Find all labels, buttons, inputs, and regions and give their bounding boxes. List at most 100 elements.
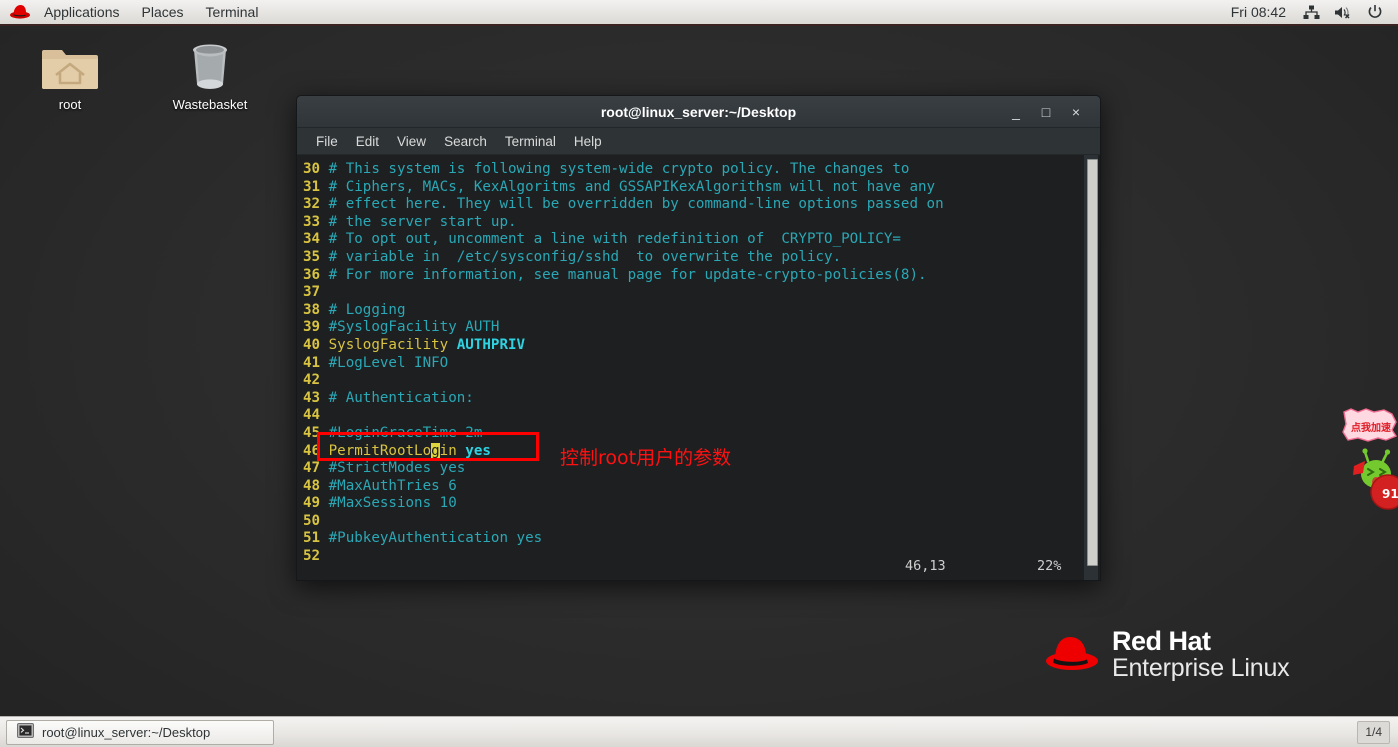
panel-menu-applications-label: Applications	[44, 4, 120, 20]
code-token: AUTHPRIV	[456, 336, 526, 353]
desktop-icon-wastebasket[interactable]: Wastebasket	[162, 36, 258, 112]
code-token: SyslogFacility	[328, 336, 457, 353]
editor-line: 40 SyslogFacility AUTHPRIV	[303, 337, 1076, 355]
line-number: 50	[303, 512, 329, 529]
editor-line: 39 #SyslogFacility AUTH	[303, 319, 1076, 337]
code-token: # the server start up.	[328, 213, 517, 230]
line-number: 40	[303, 336, 329, 353]
line-number: 44	[303, 407, 329, 424]
text-cursor: g	[431, 442, 440, 459]
panel-menu-applications[interactable]: Applications	[33, 0, 131, 24]
line-number: 46	[303, 442, 329, 459]
terminal-body[interactable]: 30 # This system is following system-wid…	[297, 155, 1100, 580]
editor-line: 34 # To opt out, uncomment a line with r…	[303, 231, 1076, 249]
terminal-menu-bar: File Edit View Search Terminal Help	[297, 128, 1100, 155]
rhel-brand-line1: Red Hat	[1112, 626, 1211, 656]
line-number: 35	[303, 248, 329, 265]
cursor-position: 46,13	[905, 558, 946, 574]
line-number: 47	[303, 460, 329, 477]
rhel-wordmark: Red Hat Enterprise Linux	[1112, 626, 1290, 682]
line-number: 49	[303, 495, 329, 512]
line-number: 34	[303, 231, 329, 248]
code-token: #MaxSessions 10	[328, 495, 457, 512]
code-token: in	[439, 442, 466, 459]
editor-line: 44	[303, 407, 1076, 425]
code-token: #MaxAuthTries 6	[328, 477, 457, 494]
minimize-button[interactable]: _	[1008, 105, 1024, 119]
taskbar-window-button[interactable]: root@linux_server:~/Desktop	[6, 719, 274, 745]
rhel-brand-line2: Enterprise Linux	[1112, 653, 1290, 682]
code-token: # For more information, see manual page …	[328, 266, 927, 283]
panel-menu-terminal[interactable]: Terminal	[195, 0, 270, 24]
code-token: # effect here. They will be overridden b…	[328, 196, 944, 213]
top-panel: Applications Places Terminal Fri 08:42	[0, 0, 1398, 26]
editor-line: 38 # Logging	[303, 302, 1076, 320]
line-number: 51	[303, 530, 329, 547]
taskbar: root@linux_server:~/Desktop 1/4	[0, 716, 1398, 747]
editor-line: 31 # Ciphers, MACs, KexAlgoritms and GSS…	[303, 179, 1076, 197]
line-number: 36	[303, 266, 329, 283]
terminal-icon	[17, 723, 34, 741]
editor-content[interactable]: 30 # This system is following system-wid…	[303, 161, 1076, 566]
terminal-scrollbar[interactable]	[1084, 155, 1098, 580]
close-button[interactable]: ×	[1068, 105, 1084, 119]
editor-line: 33 # the server start up.	[303, 214, 1076, 232]
line-number: 32	[303, 196, 329, 213]
terminal-title-bar[interactable]: root@linux_server:~/Desktop _ □ ×	[297, 96, 1100, 128]
line-number: 38	[303, 301, 329, 318]
code-token: #SyslogFacility AUTH	[328, 319, 500, 336]
menu-file[interactable]: File	[307, 132, 347, 151]
code-token: # This system is following system-wide c…	[328, 161, 910, 177]
desktop[interactable]: Applications Places Terminal Fri 08:42 r…	[0, 0, 1398, 747]
wastebasket-icon	[162, 36, 258, 92]
taskbar-window-label: root@linux_server:~/Desktop	[42, 724, 211, 740]
code-token: #PubkeyAuthentication yes	[328, 530, 543, 547]
floating-ad-widget[interactable]: 点我加速 91	[1342, 408, 1398, 516]
ad-bubble-text: 点我加速	[1351, 423, 1391, 434]
code-token: # Logging	[328, 301, 406, 318]
menu-view[interactable]: View	[388, 132, 435, 151]
panel-status-area: Fri 08:42	[1221, 4, 1398, 20]
menu-terminal[interactable]: Terminal	[496, 132, 565, 151]
workspace-label: 1/4	[1365, 725, 1382, 739]
editor-line: 43 # Authentication:	[303, 390, 1076, 408]
line-number: 48	[303, 477, 329, 494]
code-token: PermitRootLo	[328, 442, 432, 459]
editor-line: 48 #MaxAuthTries 6	[303, 478, 1076, 496]
desktop-icon-root[interactable]: root	[22, 36, 118, 112]
panel-menu-places[interactable]: Places	[131, 0, 195, 24]
code-token: #LogLevel INFO	[328, 354, 449, 371]
line-number: 45	[303, 424, 329, 441]
menu-edit[interactable]: Edit	[347, 132, 388, 151]
line-number: 30	[303, 161, 329, 177]
editor-line: 42	[303, 372, 1076, 390]
network-icon[interactable]	[1296, 5, 1327, 20]
line-number: 39	[303, 319, 329, 336]
line-number: 41	[303, 354, 329, 371]
line-number: 43	[303, 389, 329, 406]
redhat-fedora-icon	[1044, 631, 1100, 678]
desktop-icon-wastebasket-label: Wastebasket	[172, 97, 248, 112]
terminal-window[interactable]: root@linux_server:~/Desktop _ □ × File E…	[296, 95, 1101, 581]
editor-line: 35 # variable in /etc/sysconfig/sshd to …	[303, 249, 1076, 267]
terminal-window-title: root@linux_server:~/Desktop	[600, 103, 797, 120]
editor-line: 50	[303, 513, 1076, 531]
line-number: 31	[303, 178, 329, 195]
menu-search[interactable]: Search	[435, 132, 496, 151]
terminal-scrollbar-thumb[interactable]	[1087, 159, 1098, 566]
code-token: # Authentication:	[328, 389, 474, 406]
workspace-switcher[interactable]: 1/4	[1357, 720, 1390, 744]
editor-status-line: 46,13 22%	[297, 558, 1100, 576]
redhat-logo-icon[interactable]	[9, 2, 31, 23]
volume-muted-icon[interactable]	[1327, 5, 1360, 20]
window-controls: _ □ ×	[1008, 105, 1100, 119]
panel-menu-terminal-label: Terminal	[205, 4, 259, 20]
desktop-icon-root-label: root	[58, 97, 82, 112]
clock[interactable]: Fri 08:42	[1221, 4, 1296, 20]
maximize-button[interactable]: □	[1038, 105, 1054, 119]
menu-help[interactable]: Help	[565, 132, 611, 151]
editor-line: 49 #MaxSessions 10	[303, 495, 1076, 513]
power-icon[interactable]	[1360, 4, 1390, 20]
ad-badge-value: 91	[1382, 487, 1398, 501]
editor-line: 45 #LoginGraceTime 2m	[303, 425, 1076, 443]
